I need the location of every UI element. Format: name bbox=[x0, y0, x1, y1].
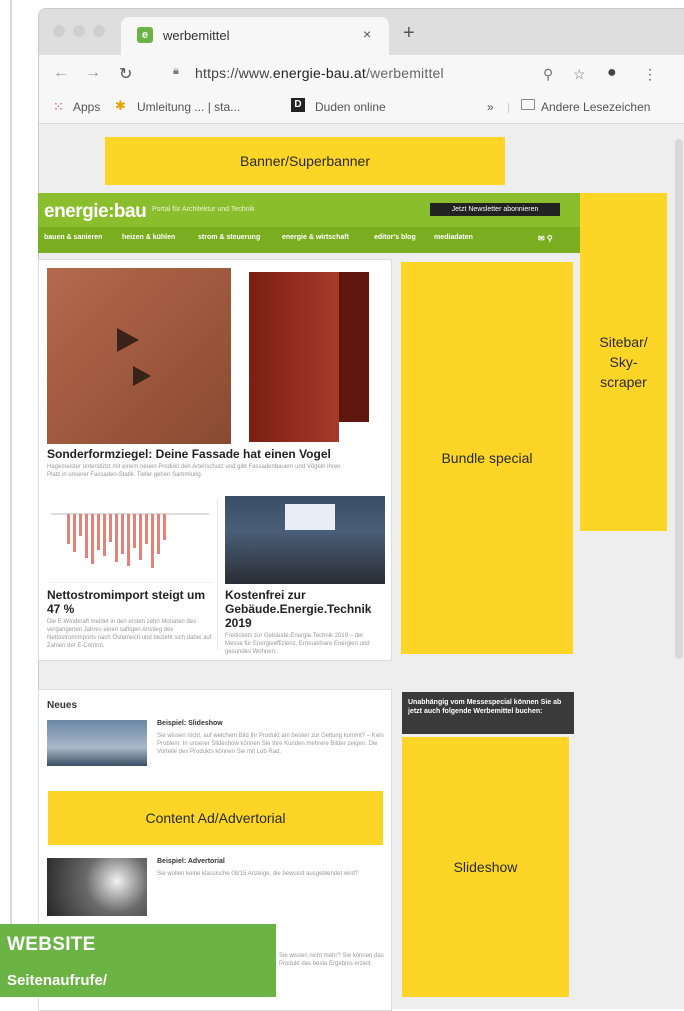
brick-model-shape bbox=[249, 272, 339, 442]
sitebar-label-2: Sky- bbox=[609, 354, 638, 370]
zoom-icon[interactable]: ⚲ bbox=[543, 66, 553, 83]
article-image-conference[interactable] bbox=[225, 496, 385, 584]
page-scrollbar[interactable] bbox=[675, 139, 683, 659]
article-divider bbox=[217, 500, 218, 650]
site-logo[interactable]: energie:bau bbox=[44, 201, 147, 223]
bookmarks-bar: ⁙ Apps ✱ Umleitung ... | sta... D Duden … bbox=[39, 91, 684, 124]
bookmarks-divider: | bbox=[507, 100, 511, 114]
bookmarks-overflow-icon[interactable]: » bbox=[487, 100, 494, 114]
window-maximize-dot[interactable] bbox=[93, 25, 105, 37]
article-text-messe: Freitickets zur Gebäude.Energie.Technik … bbox=[225, 633, 370, 655]
profile-icon[interactable]: ● bbox=[607, 64, 617, 82]
url-text: https://www.energie-bau.at/werbemittel bbox=[195, 65, 444, 81]
pinwheel-icon: ✱ bbox=[115, 98, 126, 113]
ad-bundle-special: Bundle special bbox=[401, 262, 573, 654]
news-text-advertorial: Sie wollen keine klassische 08/15 Anzeig… bbox=[157, 871, 359, 877]
brick-model-side bbox=[339, 272, 369, 422]
news-title-advertorial[interactable]: Beispiel: Advertorial bbox=[157, 858, 225, 865]
page-left-border bbox=[10, 0, 12, 997]
nav-item-heizen[interactable]: heizen & kühlen bbox=[122, 234, 175, 241]
newsletter-subscribe-button[interactable]: Jetzt Newsletter abonnieren bbox=[430, 203, 560, 216]
menu-dots-icon[interactable]: ⋮ bbox=[643, 66, 657, 83]
news-title-slideshow[interactable]: Beispiel: Slideshow bbox=[157, 720, 223, 727]
ad-content-advertorial: Content Ad/Advertorial bbox=[48, 791, 383, 845]
articles-panel: Sonderformziegel: Deine Fassade hat eine… bbox=[38, 259, 392, 661]
article-text-strom: Die E-Windkraft meldet in den ersten zeh… bbox=[47, 619, 212, 649]
duden-icon: D bbox=[291, 98, 305, 112]
nav-item-bauen[interactable]: bauen & sanieren bbox=[44, 234, 102, 241]
bookmark-umleitung[interactable]: Umleitung ... | sta... bbox=[137, 100, 240, 114]
new-tab-button[interactable]: + bbox=[403, 23, 415, 43]
tab-werbemittel[interactable]: e werbemittel × bbox=[121, 17, 389, 55]
sitebar-label-1: Sitebar/ bbox=[599, 334, 648, 350]
bookmark-star-icon[interactable]: ☆ bbox=[573, 66, 586, 83]
nav-item-mediadaten[interactable]: mediadaten bbox=[434, 234, 473, 241]
article-text-main: Hagemeister unterstützt mit einem neuen … bbox=[47, 464, 341, 478]
news-image-slideshow[interactable] bbox=[47, 720, 147, 766]
ad-sitebar-skyscraper: Sitebar/ Sky- scraper bbox=[580, 193, 667, 531]
site-header: energie:bau Portal für Architektur und T… bbox=[38, 193, 606, 253]
site-favicon-icon: e bbox=[137, 27, 153, 43]
article-image-brick-facade[interactable] bbox=[47, 268, 231, 444]
article-title-strom[interactable]: Nettostromimport steigt um 47 % bbox=[47, 588, 213, 616]
forward-arrow-icon[interactable]: → bbox=[85, 64, 101, 82]
apps-grid-icon: ⁙ bbox=[53, 99, 64, 114]
news-text-third: Sie wissen nicht mehr? Sie können das Pr… bbox=[279, 953, 384, 967]
lock-icon: 🔒︎ bbox=[173, 65, 179, 77]
conference-screen bbox=[285, 504, 335, 530]
nav-item-strom[interactable]: strom & steuerung bbox=[198, 234, 260, 241]
bar-chart-graphic bbox=[51, 513, 209, 568]
bookmark-apps[interactable]: Apps bbox=[73, 100, 100, 114]
folder-icon bbox=[521, 99, 535, 110]
back-arrow-icon[interactable]: ← bbox=[53, 64, 69, 82]
address-bar[interactable]: 🔒︎ https://www.energie-bau.at/werbemitte… bbox=[157, 59, 677, 87]
news-image-advertorial[interactable] bbox=[47, 858, 147, 916]
bookmark-andere[interactable]: Andere Lesezeichen bbox=[541, 100, 650, 114]
sitebar-label-3: scraper bbox=[600, 374, 647, 390]
news-text-slideshow: Sie wissen nicht, auf welchem Bild Ihr P… bbox=[157, 733, 384, 755]
article-title-main[interactable]: Sonderformziegel: Deine Fassade hat eine… bbox=[47, 447, 387, 461]
window-close-dot[interactable] bbox=[53, 25, 65, 37]
reload-icon[interactable]: ↻ bbox=[119, 64, 132, 84]
ad-banner-superbanner: Banner/Superbanner bbox=[105, 137, 505, 185]
bookmark-duden[interactable]: Duden online bbox=[315, 100, 386, 114]
site-tagline: Portal für Architektur und Technik bbox=[152, 206, 255, 213]
window-minimize-dot[interactable] bbox=[73, 25, 85, 37]
tab-bar: e werbemittel × + bbox=[39, 9, 684, 55]
website-label: WEBSITE Seitenaufrufe/ bbox=[0, 924, 276, 997]
nav-item-blog[interactable]: editor's blog bbox=[374, 234, 416, 241]
ad-slideshow: Slideshow bbox=[402, 737, 569, 997]
bird-shape-icon-2 bbox=[133, 366, 151, 386]
booking-notice: Unabhängig vom Messespecial können Sie a… bbox=[402, 692, 574, 734]
article-image-chart[interactable] bbox=[47, 500, 213, 583]
article-image-brick-model[interactable] bbox=[241, 268, 387, 444]
news-heading: Neues bbox=[47, 700, 78, 711]
browser-toolbar: ← → ↻ 🔒︎ https://www.energie-bau.at/werb… bbox=[39, 55, 684, 91]
tab-close-icon[interactable]: × bbox=[363, 26, 371, 42]
nav-item-energie[interactable]: energie & wirtschaft bbox=[282, 234, 349, 241]
tab-title: werbemittel bbox=[163, 28, 230, 43]
website-label-title: WEBSITE bbox=[7, 934, 96, 955]
site-nav: bauen & sanieren heizen & kühlen strom &… bbox=[38, 227, 606, 253]
article-title-messe[interactable]: Kostenfrei zur Gebäude.Energie.Technik 2… bbox=[225, 588, 385, 630]
website-label-subtitle: Seitenaufrufe/ bbox=[7, 972, 108, 989]
bird-shape-icon bbox=[117, 328, 139, 352]
nav-search-icon[interactable]: ✉ ⚲ bbox=[538, 234, 553, 243]
